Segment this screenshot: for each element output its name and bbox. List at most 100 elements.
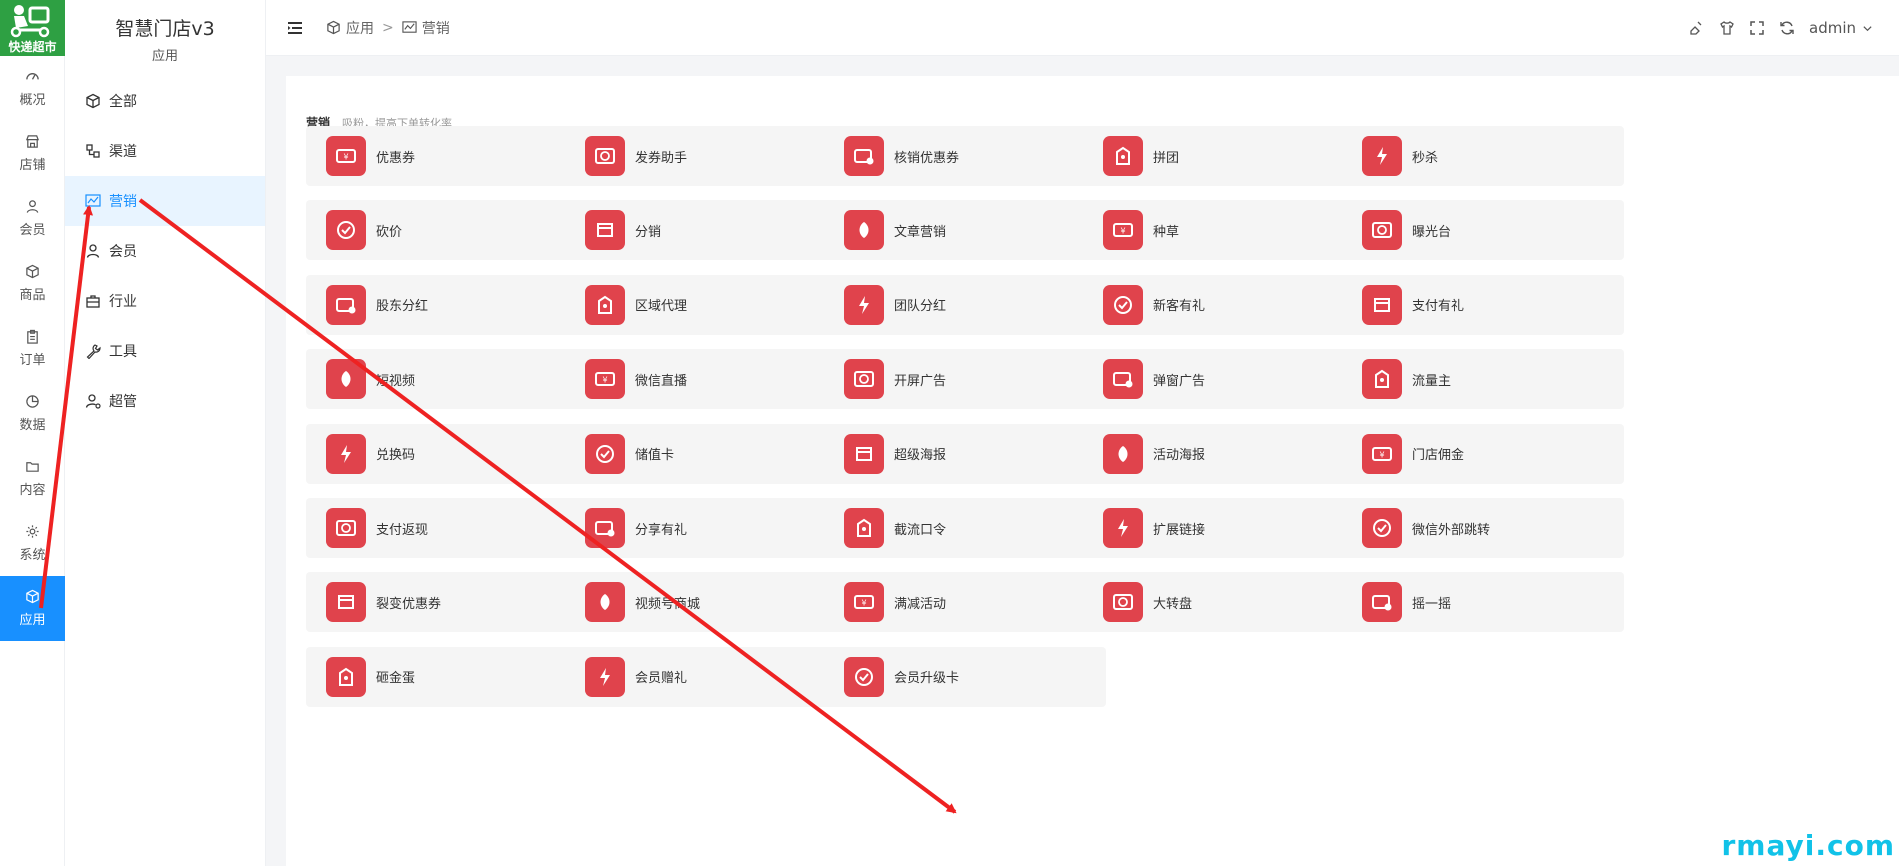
app-tile-label: 裂变优惠券 [376, 596, 442, 612]
chevron-down-icon [1863, 25, 1872, 31]
rail-item-6[interactable]: 内容 [0, 446, 65, 511]
broom-icon[interactable] [1689, 20, 1705, 36]
rail-item-2[interactable]: 会员 [0, 186, 65, 251]
app-tile-icon [585, 284, 625, 325]
submenu-item-2[interactable]: 营销 [65, 176, 265, 226]
app-tile[interactable]: 储值卡 [565, 423, 847, 484]
app-tile[interactable]: 砍价 [306, 200, 588, 261]
app-tile[interactable]: 视频号商城 [565, 572, 847, 633]
rail-item-3[interactable]: 商品 [0, 251, 65, 316]
submenu-item-6[interactable]: 超管 [65, 376, 265, 426]
app-tile-icon [1103, 284, 1143, 325]
brand-logo[interactable]: 快递超市 [0, 0, 65, 56]
app-tile[interactable]: 会员赠礼 [565, 646, 847, 707]
app-tile-label: 优惠券 [376, 150, 416, 166]
submenu-item-label: 工具 [109, 344, 137, 360]
app-tile[interactable]: 微信外部跳转 [1342, 498, 1624, 558]
app-glyph-icon [336, 520, 356, 536]
app-glyph-icon: ¥ [854, 595, 874, 610]
store-icon [25, 135, 40, 148]
submenu-item-label: 渠道 [109, 144, 137, 160]
shirt-theme-icon[interactable] [1719, 20, 1735, 36]
cube-icon [26, 264, 39, 279]
app-glyph-icon [597, 223, 613, 238]
rail-item-4[interactable]: 订单 [0, 316, 65, 381]
app-tile[interactable]: 短视频 [306, 349, 588, 410]
rail-item-7[interactable]: 系统 [0, 511, 65, 576]
app-tile[interactable]: ¥ 满减活动 [824, 572, 1106, 633]
app-tile[interactable]: 核销优惠券 [824, 126, 1106, 186]
app-tile[interactable]: 截流口令 [824, 498, 1106, 558]
submenu-item-5[interactable]: 工具 [65, 326, 265, 376]
app-tile-icon [585, 210, 625, 251]
submenu-item-3[interactable]: 会员 [65, 226, 265, 276]
app-tile[interactable]: 发券助手 [565, 126, 847, 186]
breadcrumb-item-app[interactable]: 应用 [346, 18, 374, 38]
app-tile-label: 分销 [635, 224, 662, 240]
app-tile-label: 种草 [1153, 224, 1180, 240]
app-glyph-icon [600, 667, 610, 686]
app-tile-label: 兑换码 [376, 448, 416, 464]
app-tile[interactable]: 开屏广告 [824, 349, 1106, 410]
wrench-icon [86, 344, 101, 359]
app-tile[interactable]: 分享有礼 [565, 498, 847, 558]
submenu-item-1[interactable]: 渠道 [65, 126, 265, 176]
submenu-item-label: 营销 [109, 194, 137, 210]
app-tile[interactable]: 区域代理 [565, 274, 847, 335]
rail-item-label: 店铺 [19, 158, 46, 173]
app-tile[interactable]: 扩展链接 [1083, 498, 1365, 558]
fullscreen-icon[interactable] [1749, 20, 1765, 36]
watermark: rmayi.com [1721, 829, 1895, 862]
app-tile-icon [326, 433, 366, 474]
app-tile[interactable]: 会员升级卡 [824, 646, 1106, 707]
app-tile[interactable]: 股东分红 [306, 274, 588, 335]
cube-icon [26, 589, 39, 604]
refresh-icon[interactable] [1779, 20, 1795, 36]
app-tile[interactable]: 文章营销 [824, 200, 1106, 261]
app-glyph-icon [598, 295, 612, 314]
app-tile[interactable]: ¥ 种草 [1083, 200, 1365, 261]
app-tile[interactable]: ¥ 优惠券 [306, 126, 588, 186]
app-tile[interactable]: 支付返现 [306, 498, 588, 558]
app-tile[interactable]: 支付有礼 [1342, 274, 1624, 335]
rail-item-0[interactable]: 概况 [0, 56, 65, 121]
app-tile-icon [844, 136, 884, 176]
app-tile[interactable]: 曝光台 [1342, 200, 1624, 261]
app-tile[interactable]: 拼团 [1083, 126, 1365, 186]
pie-icon [26, 395, 39, 408]
user-menu[interactable]: admin [1809, 19, 1873, 37]
app-tile[interactable]: 弹窗广告 [1083, 349, 1365, 410]
rail-item-1[interactable]: 店铺 [0, 121, 65, 186]
app-tile[interactable]: 摇一摇 [1342, 572, 1624, 633]
app-tile[interactable]: 大转盘 [1083, 572, 1365, 633]
app-glyph-icon [595, 521, 615, 537]
app-tile[interactable]: 兑换码 [306, 423, 588, 484]
app-tile-label: 短视频 [376, 373, 416, 389]
chart-line-icon [402, 21, 417, 33]
menu-toggle-icon[interactable] [286, 19, 304, 37]
app-tile-label: 支付返现 [376, 522, 429, 538]
app-rail: 快递超市 概况店铺会员 商品 订单 数据 内容 系统 应用 [0, 0, 65, 866]
app-tile[interactable]: 新客有礼 [1083, 274, 1365, 335]
rail-item-5[interactable]: 数据 [0, 381, 65, 446]
app-tile[interactable]: ¥ 微信直播 [565, 349, 847, 410]
app-tile[interactable]: 超级海报 [824, 423, 1106, 484]
app-tile[interactable]: 裂变优惠券 [306, 572, 588, 633]
app-tile-label: 曝光台 [1412, 224, 1452, 240]
dashboard-icon [26, 73, 39, 80]
rail-item-8[interactable]: 应用 [0, 576, 65, 641]
app-tile-label: 大转盘 [1153, 596, 1193, 612]
app-tile-icon [585, 136, 625, 176]
app-tile-label: 区域代理 [635, 299, 688, 315]
app-tile[interactable]: 活动海报 [1083, 423, 1365, 484]
submenu-item-4[interactable]: 行业 [65, 276, 265, 326]
clipboard-icon [27, 329, 38, 344]
app-tile[interactable]: 分销 [565, 200, 847, 261]
app-tile[interactable]: 砸金蛋 [306, 646, 588, 707]
app-tile[interactable]: 秒杀 [1342, 126, 1624, 186]
app-tile[interactable]: ¥ 门店佣金 [1342, 423, 1624, 484]
app-tile[interactable]: 流量主 [1342, 349, 1624, 410]
app-tile[interactable]: 团队分红 [824, 274, 1106, 335]
app-tile-label: 拼团 [1153, 150, 1180, 166]
submenu-item-0[interactable]: 全部 [65, 76, 265, 126]
